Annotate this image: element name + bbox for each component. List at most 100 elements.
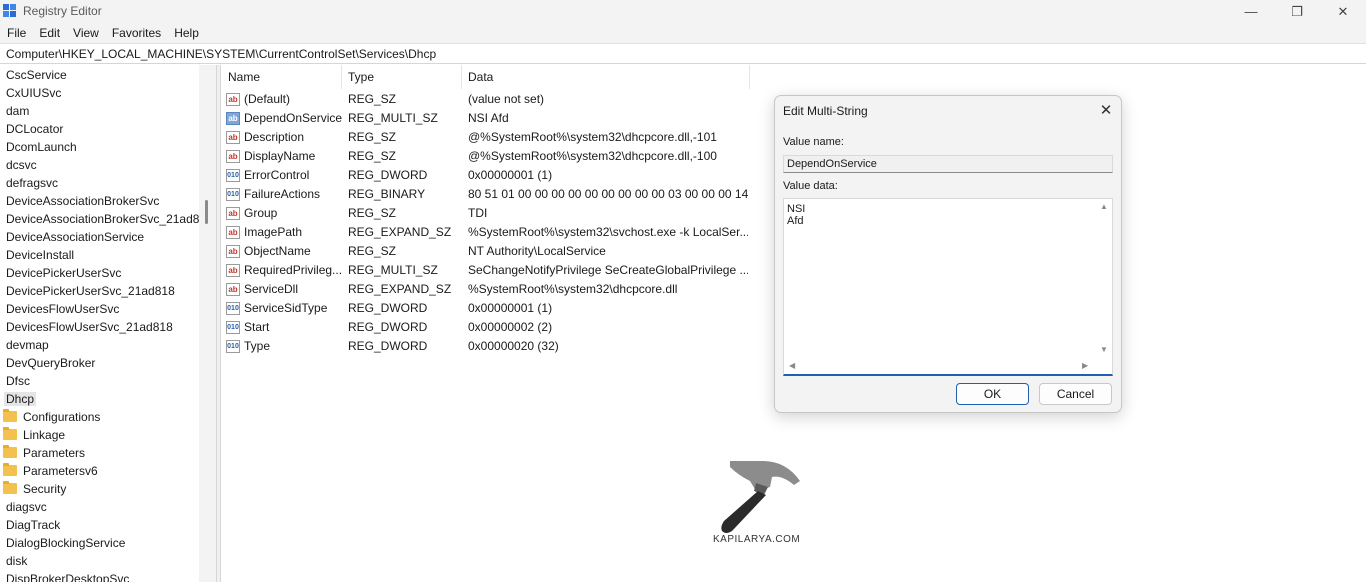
address-bar[interactable]: Computer\HKEY_LOCAL_MACHINE\SYSTEM\Curre…	[0, 43, 1366, 64]
tree-item[interactable]: CscService	[4, 66, 69, 84]
tree-item[interactable]: DeviceAssociationBrokerSvc	[4, 192, 161, 210]
value-type-cell: REG_DWORD	[348, 168, 428, 182]
value-type-cell: REG_SZ	[348, 149, 397, 163]
tree-item[interactable]: DevicePickerUserSvc	[4, 264, 123, 282]
tree-item[interactable]: DevicesFlowUserSvc	[4, 300, 121, 318]
maximize-button[interactable]: ❐	[1274, 0, 1320, 23]
tree-item[interactable]: Configurations	[3, 408, 102, 426]
value-name-text: Description	[244, 130, 305, 144]
string-value-icon: ab	[226, 150, 240, 163]
menu-edit[interactable]: Edit	[39, 26, 60, 40]
value-type-cell: REG_MULTI_SZ	[348, 111, 438, 125]
value-data-line: Afd	[787, 215, 804, 227]
binary-value-icon: 010	[226, 340, 240, 353]
tree-item[interactable]: DialogBlockingService	[4, 534, 127, 552]
value-type-cell: REG_DWORD	[348, 320, 428, 334]
tree-item-label: Dfsc	[6, 374, 30, 388]
folder-icon	[3, 427, 17, 440]
value-data-vertical-scrollbar[interactable]: ▲ ▼	[1096, 199, 1112, 359]
string-value-icon: ab	[226, 283, 240, 296]
tree-item[interactable]: DevicePickerUserSvc_21ad818	[4, 282, 177, 300]
key-tree-pane[interactable]: CscService CxUIUSvc dam DCLocator DcomLaunch…	[0, 65, 217, 582]
tree-scroll-thumb[interactable]	[205, 200, 208, 224]
column-header-data[interactable]: Data	[462, 65, 750, 89]
tree-item[interactable]: DeviceInstall	[4, 246, 76, 264]
value-type-cell: REG_SZ	[348, 244, 397, 258]
tree-item[interactable]: disk	[4, 552, 29, 570]
menu-view[interactable]: View	[73, 26, 99, 40]
menu-file[interactable]: File	[7, 26, 26, 40]
tree-item[interactable]: DcomLaunch	[4, 138, 79, 156]
value-name-cell: ab Group	[226, 204, 342, 223]
value-name-cell: ab Description	[226, 128, 342, 147]
tree-item[interactable]: Security	[3, 480, 68, 498]
tree-item[interactable]: devmap	[4, 336, 51, 354]
pane-splitter[interactable]	[217, 65, 221, 582]
string-value-icon: ab	[226, 112, 240, 125]
value-data-cell: SeChangeNotifyPrivilege SeCreateGlobalPr…	[468, 263, 748, 277]
minimize-button[interactable]: —	[1228, 0, 1274, 23]
value-type-cell: REG_DWORD	[348, 301, 428, 315]
folder-icon	[3, 445, 17, 458]
value-name-text: Type	[244, 339, 271, 353]
tree-scrollbar[interactable]	[199, 65, 216, 582]
tree-item[interactable]: DCLocator	[4, 120, 65, 138]
scroll-up-icon[interactable]: ▲	[1100, 202, 1108, 211]
value-name-text: ErrorControl	[244, 168, 310, 182]
value-data-textarea[interactable]: NSI Afd ▲ ▼ ◀ ▶	[783, 198, 1113, 376]
tree-item[interactable]: Linkage	[3, 426, 67, 444]
value-data-cell: 0x00000001 (1)	[468, 168, 553, 182]
ok-button[interactable]: OK	[956, 383, 1029, 405]
column-header-name[interactable]: Name	[222, 65, 342, 89]
tree-item-label: DeviceInstall	[6, 248, 75, 262]
tree-item-label: Dhcp	[4, 392, 37, 406]
dialog-title: Edit Multi-String	[783, 104, 868, 118]
menu-favorites[interactable]: Favorites	[112, 26, 161, 40]
tree-item[interactable]: defragsvc	[4, 174, 60, 192]
close-window-button[interactable]: ✕	[1320, 0, 1366, 23]
menu-help[interactable]: Help	[174, 26, 199, 40]
value-name-text: ObjectName	[244, 244, 311, 258]
tree-item-label: DeviceAssociationBrokerSvc	[6, 194, 160, 208]
tree-item-label: DevQueryBroker	[6, 356, 96, 370]
value-data-horizontal-scrollbar[interactable]: ◀ ▶	[784, 359, 1096, 373]
tree-item[interactable]: DevQueryBroker	[4, 354, 97, 372]
tree-item-label: CscService	[6, 68, 67, 82]
tree-item[interactable]: Dfsc	[4, 372, 32, 390]
tree-item[interactable]: DeviceAssociationService	[4, 228, 146, 246]
registry-editor-icon	[3, 4, 16, 17]
value-data-label: Value data:	[783, 180, 838, 192]
tree-item[interactable]: Dhcp	[4, 390, 37, 408]
tree-item[interactable]: DevicesFlowUserSvc_21ad818	[4, 318, 175, 336]
tree-item[interactable]: DeviceAssociationBrokerSvc_21ad818	[4, 210, 215, 228]
tree-item[interactable]: Parametersv6	[3, 462, 100, 480]
tree-item[interactable]: dam	[4, 102, 31, 120]
value-name-cell: ab ImagePath	[226, 223, 342, 242]
cancel-button[interactable]: Cancel	[1039, 383, 1112, 405]
scroll-left-icon[interactable]: ◀	[789, 361, 795, 370]
tree-item-label: devmap	[6, 338, 49, 352]
folder-icon	[3, 409, 17, 422]
tree-item-label: DialogBlockingService	[6, 536, 126, 550]
value-type-cell: REG_MULTI_SZ	[348, 263, 438, 277]
tree-item-label: DeviceAssociationService	[6, 230, 145, 244]
dialog-close-button[interactable]: ✕	[1095, 100, 1117, 122]
value-data-cell: @%SystemRoot%\system32\dhcpcore.dll,-100	[468, 149, 717, 163]
tree-item[interactable]: dcsvc	[4, 156, 39, 174]
scroll-down-icon[interactable]: ▼	[1100, 345, 1108, 354]
value-type-cell: REG_BINARY	[348, 187, 426, 201]
tree-item-label: dam	[6, 104, 30, 118]
string-value-icon: ab	[226, 131, 240, 144]
tree-item[interactable]: DiagTrack	[4, 516, 62, 534]
menu-bar: File Edit View Favorites Help	[0, 23, 1366, 43]
tree-item[interactable]: DispBrokerDesktopSvc	[4, 570, 131, 582]
value-name-cell: 010 Start	[226, 318, 342, 337]
column-header-type[interactable]: Type	[342, 65, 462, 89]
tree-item[interactable]: diagsvc	[4, 498, 49, 516]
tree-item-label: Parameters	[23, 446, 86, 460]
value-name-text: ServiceDll	[244, 282, 299, 296]
tree-item[interactable]: Parameters	[3, 444, 87, 462]
folder-icon	[3, 481, 17, 494]
scroll-right-icon[interactable]: ▶	[1082, 361, 1088, 370]
tree-item[interactable]: CxUIUSvc	[4, 84, 63, 102]
